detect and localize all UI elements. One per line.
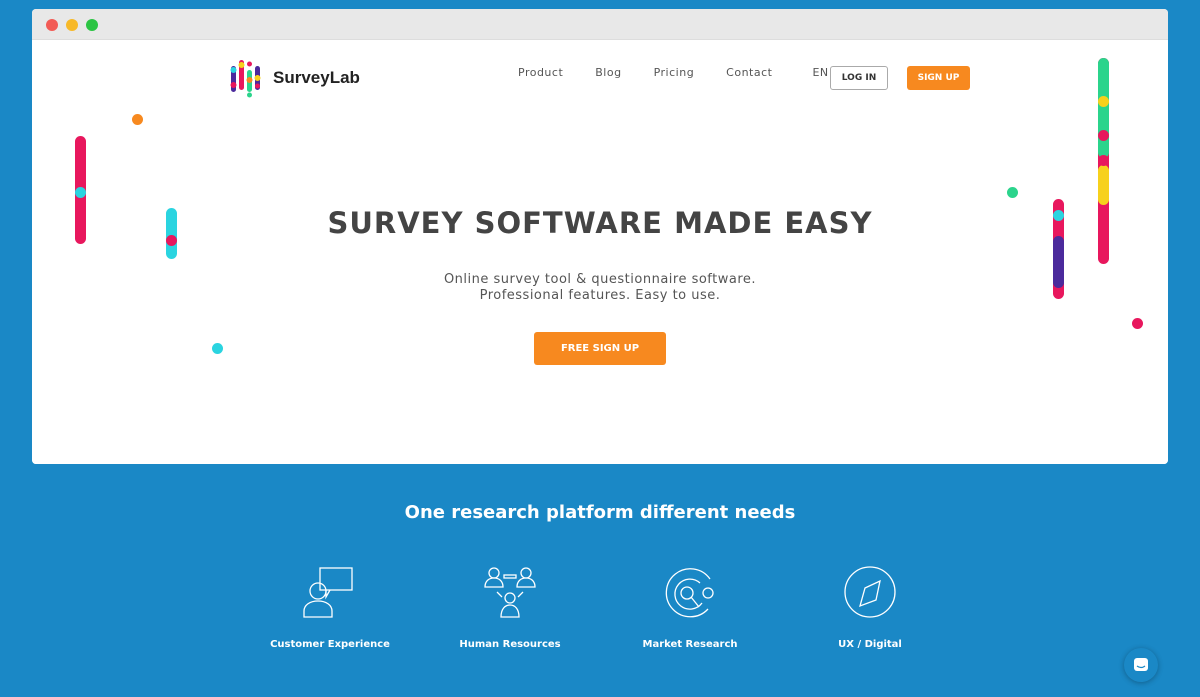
feature-human-resources[interactable]: Human Resources <box>440 565 580 650</box>
compass-icon <box>844 566 896 618</box>
logo-text: SurveyLab <box>273 68 360 87</box>
nav-contact[interactable]: Contact <box>726 66 772 79</box>
feature-label: Human Resources <box>459 639 561 650</box>
feature-customer-experience[interactable]: Customer Experience <box>260 565 400 650</box>
language-label: EN <box>812 66 829 79</box>
nav-product[interactable]: Product <box>518 66 563 79</box>
features-title: One research platform different needs <box>404 502 796 523</box>
browser-window: SurveyLab Product Blog Pricing Contact E… <box>32 9 1168 464</box>
minimize-button[interactable] <box>66 19 78 31</box>
decor-dot <box>75 187 86 198</box>
subtitle-line: Professional features. Easy to use. <box>479 288 721 303</box>
decor-dot <box>1098 96 1109 107</box>
feature-label: UX / Digital <box>838 639 902 650</box>
close-button[interactable] <box>46 19 58 31</box>
feature-market-research[interactable]: Market Research <box>620 565 760 650</box>
decor-bar <box>1098 165 1109 205</box>
hero-subtitle: Online survey tool & questionnaire softw… <box>32 272 1168 304</box>
hero-section: SurveyLab Product Blog Pricing Contact E… <box>32 40 1168 464</box>
nav-blog[interactable]: Blog <box>595 66 621 79</box>
feature-ux-digital[interactable]: UX / Digital <box>800 565 940 650</box>
chat-person-icon <box>303 567 353 618</box>
login-button[interactable]: LOG IN <box>830 66 888 90</box>
decor-dot <box>1098 155 1109 166</box>
subtitle-line: Online survey tool & questionnaire softw… <box>443 272 757 287</box>
feature-label: Market Research <box>642 639 738 650</box>
decor-dot <box>1007 187 1018 198</box>
decor-dot <box>132 114 143 125</box>
hero-title: SURVEY SOFTWARE MADE EASY <box>327 206 873 240</box>
feature-label: Customer Experience <box>270 639 390 650</box>
decor-dot <box>212 343 223 354</box>
signup-button[interactable]: SIGN UP <box>907 66 970 90</box>
decor-dot <box>1132 318 1143 329</box>
nav-pricing[interactable]: Pricing <box>654 66 695 79</box>
decor-dot <box>1098 130 1109 141</box>
logo-icon <box>230 60 261 98</box>
browser-titlebar <box>32 9 1168 40</box>
chat-icon <box>1134 658 1148 671</box>
target-icon <box>665 568 714 618</box>
maximize-button[interactable] <box>86 19 98 31</box>
decor-bar <box>1098 58 1109 158</box>
free-signup-button[interactable]: FREE SIGN UP <box>534 332 666 365</box>
team-icon <box>484 567 536 618</box>
chat-button[interactable] <box>1124 648 1158 682</box>
logo[interactable]: SurveyLab <box>230 58 360 98</box>
